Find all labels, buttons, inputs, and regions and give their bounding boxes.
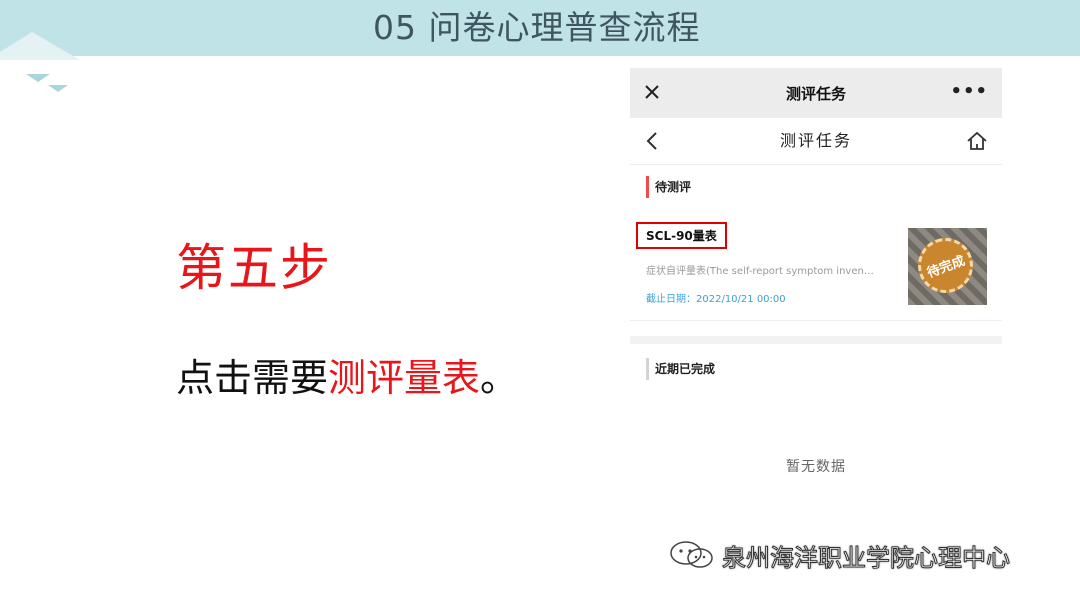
pending-section-label: 待测评 xyxy=(646,176,691,198)
decorative-mountain-icon xyxy=(0,32,80,92)
task-deadline: 截止日期：2022/10/21 00:00 xyxy=(646,294,786,305)
nav-title: 测评任务 xyxy=(779,131,852,150)
step-desc-prefix: 点击需要 xyxy=(176,356,329,400)
task-name[interactable]: SCL-90量表 xyxy=(636,222,727,249)
home-icon[interactable] xyxy=(966,130,988,152)
completed-section-label: 近期已完成 xyxy=(646,358,715,380)
wechat-logo-icon xyxy=(670,541,713,568)
step-desc-highlight: 测评量表 xyxy=(328,356,481,400)
step-description: 点击需要测评量表。 xyxy=(176,347,518,402)
task-thumbnail: 待完成 xyxy=(908,228,987,305)
watermark-text: 泉州海洋职业学院心理中心 xyxy=(722,543,1011,572)
task-card-scl90[interactable]: SCL-90量表 症状自评量表(The self-report symptom … xyxy=(630,218,1002,321)
page-nav-bar: 测评任务 xyxy=(630,118,1002,165)
wechat-page-title: 测评任务 xyxy=(785,85,846,103)
task-description: 症状自评量表(The self-report symptom invent… xyxy=(646,266,876,277)
pending-stamp-badge: 待完成 xyxy=(910,230,981,301)
slide-title: 05 问卷心理普查流程 xyxy=(373,8,701,47)
watermark: 泉州海洋职业学院心理中心 xyxy=(668,538,1011,572)
phone-screenshot: 测评任务 ••• 测评任务 待测评 SCL-90量表 症状自评量表(The se… xyxy=(630,68,1002,498)
section-divider xyxy=(630,336,1002,344)
empty-state-text: 暂无数据 xyxy=(786,459,846,475)
wechat-title-bar: 测评任务 ••• xyxy=(630,68,1002,118)
step-title: 第五步 xyxy=(176,239,332,297)
step-desc-suffix: 。 xyxy=(480,356,519,400)
more-icon[interactable]: ••• xyxy=(950,82,988,102)
